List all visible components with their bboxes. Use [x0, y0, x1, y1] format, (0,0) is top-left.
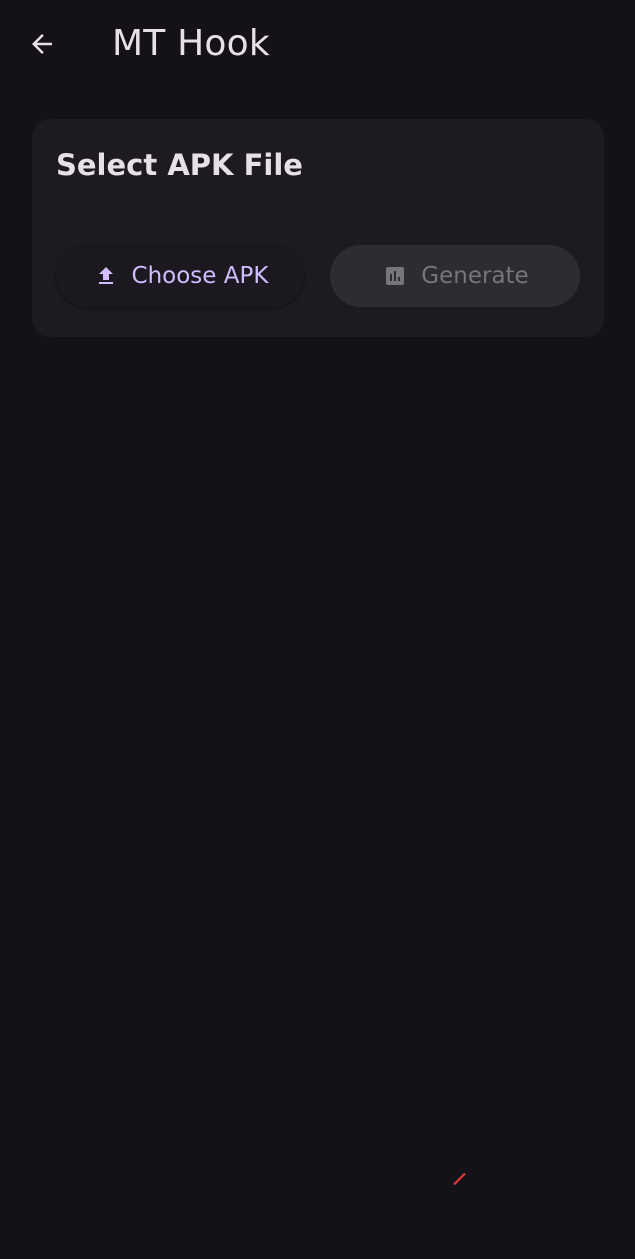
upload-icon: [92, 262, 120, 290]
select-apk-card: Select APK File Choose APK Generate: [32, 119, 604, 337]
red-mark: [453, 1173, 466, 1185]
generate-label: Generate: [421, 263, 529, 289]
app-title: MT Hook: [112, 23, 270, 64]
arrow-left-icon: [32, 34, 52, 54]
choose-apk-label: Choose APK: [131, 263, 269, 289]
choose-apk-button[interactable]: Choose APK: [56, 245, 304, 307]
app-screen: MT Hook Select APK File Choose APK Gener…: [0, 0, 635, 1259]
chart-icon: [381, 262, 409, 290]
card-title: Select APK File: [56, 148, 303, 182]
generate-button[interactable]: Generate: [330, 245, 580, 307]
app-bar: MT Hook: [0, 0, 635, 88]
back-button[interactable]: [20, 22, 64, 66]
